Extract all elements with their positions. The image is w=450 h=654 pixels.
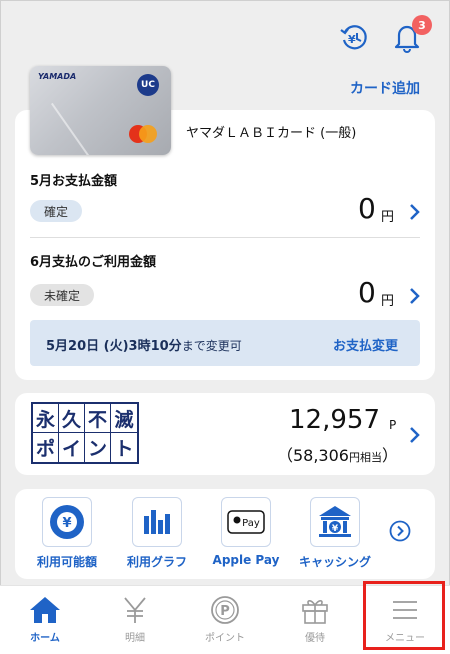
shortcut-icon-frame: ¥ <box>42 497 92 547</box>
change-payment-link[interactable]: お支払変更 <box>333 335 398 354</box>
june-payment-amount[interactable]: 0 <box>358 276 376 309</box>
tab-label: ポイント <box>205 633 245 644</box>
june-payment-unit: 円 <box>381 294 395 309</box>
gift-icon <box>302 600 328 624</box>
svg-text:Pay: Pay <box>242 518 260 529</box>
tab-label: 優待 <box>305 633 325 644</box>
may-payment-chevron-icon[interactable] <box>408 203 422 221</box>
logo-char: ン <box>85 433 111 462</box>
june-payment-chevron-icon[interactable] <box>408 287 422 305</box>
deadline-date: 5月20日 (火)3時10分 <box>46 339 182 354</box>
shortcut-icon-frame: Pay <box>221 497 271 547</box>
unconfirmed-status-badge: 未確定 <box>30 284 95 306</box>
logo-char: 久 <box>59 404 85 433</box>
apple-pay-icon: Pay <box>227 510 265 534</box>
divider <box>30 237 420 238</box>
points-chevron-icon[interactable] <box>408 426 422 444</box>
may-payment-label: 5月お支払金額 <box>30 174 118 189</box>
shortcut-label: 利用可能額 <box>36 555 97 569</box>
tab-home[interactable]: ホーム <box>0 593 90 644</box>
points-yen-value: （58,306 <box>276 446 349 465</box>
add-card-link[interactable]: カード追加 <box>350 78 420 98</box>
logo-char: 不 <box>85 404 111 433</box>
shortcut-usage-graph[interactable]: 利用グラフ <box>114 497 200 570</box>
confirmed-status-badge: 確定 <box>30 200 83 222</box>
shortcut-next-chevron-icon[interactable] <box>389 520 411 542</box>
points-value: 12,957 <box>289 405 380 435</box>
logo-char: ポ <box>33 433 59 462</box>
notification-badge: 3 <box>412 15 432 35</box>
shortcut-apple-pay[interactable]: Pay Apple Pay <box>203 497 289 567</box>
shortcut-label: 利用グラフ <box>126 555 187 569</box>
tab-label: ホーム <box>30 633 60 644</box>
points-yen-suffix: 円相当 <box>348 451 382 464</box>
uc-logo-icon: UC <box>137 74 159 96</box>
logo-char: 永 <box>33 404 59 433</box>
deadline-text: 5月20日 (火)3時10分まで変更可 <box>46 335 242 354</box>
points-yen-close: ） <box>381 446 398 465</box>
payment-change-deadline-box: 5月20日 (火)3時10分まで変更可 お支払変更 <box>30 320 420 366</box>
shortcut-icon-frame: ¥ <box>310 497 360 547</box>
yen-history-icon[interactable]: ¥ <box>336 20 370 54</box>
eien-fumetsu-point-logo: 永 久 不 滅 ポ イ ン ト <box>31 402 139 464</box>
may-payment-amount[interactable]: 0 <box>358 192 376 225</box>
shortcut-label: キャッシング <box>298 555 371 569</box>
logo-char: ト <box>114 438 134 460</box>
cashing-bank-icon: ¥ <box>319 506 351 537</box>
shortcut-icon-frame <box>132 497 182 547</box>
card-name: ヤマダＬＡＢＩカード (一般) <box>186 126 357 141</box>
tab-benefits[interactable]: 優待 <box>270 593 360 644</box>
mastercard-logo-icon <box>129 125 157 143</box>
svg-text:¥: ¥ <box>62 516 71 531</box>
may-payment-unit: 円 <box>381 210 395 225</box>
yen-icon <box>124 597 146 623</box>
tab-points[interactable]: P ポイント <box>180 593 270 644</box>
shortcut-cashing[interactable]: ¥ キャッシング <box>292 497 378 570</box>
menu-highlight-box <box>363 581 445 650</box>
svg-text:P: P <box>220 604 230 619</box>
points-yen-equivalent: （58,306円相当） <box>277 442 398 466</box>
shortcut-label: Apple Pay <box>212 553 280 567</box>
credit-card-image[interactable]: YAMADA UC <box>30 66 171 155</box>
shortcut-available-amount[interactable]: ¥ 利用可能額 <box>24 497 110 570</box>
tab-label: 明細 <box>125 633 145 644</box>
deadline-suffix: まで変更可 <box>181 339 242 353</box>
bar-chart-icon <box>144 510 170 534</box>
yen-circle-icon: ¥ <box>50 505 84 539</box>
point-icon: P <box>211 596 239 624</box>
tab-statement[interactable]: 明細 <box>90 593 180 644</box>
svg-text:¥: ¥ <box>348 33 356 46</box>
logo-char: イ <box>59 433 85 462</box>
june-payment-label: 6月支払のご利用金額 <box>30 255 157 270</box>
points-unit: P <box>389 418 397 432</box>
svg-text:¥: ¥ <box>332 524 339 534</box>
card-brand-logo: YAMADA <box>38 72 77 81</box>
logo-char: 滅 <box>111 404 137 433</box>
home-icon <box>30 597 60 623</box>
